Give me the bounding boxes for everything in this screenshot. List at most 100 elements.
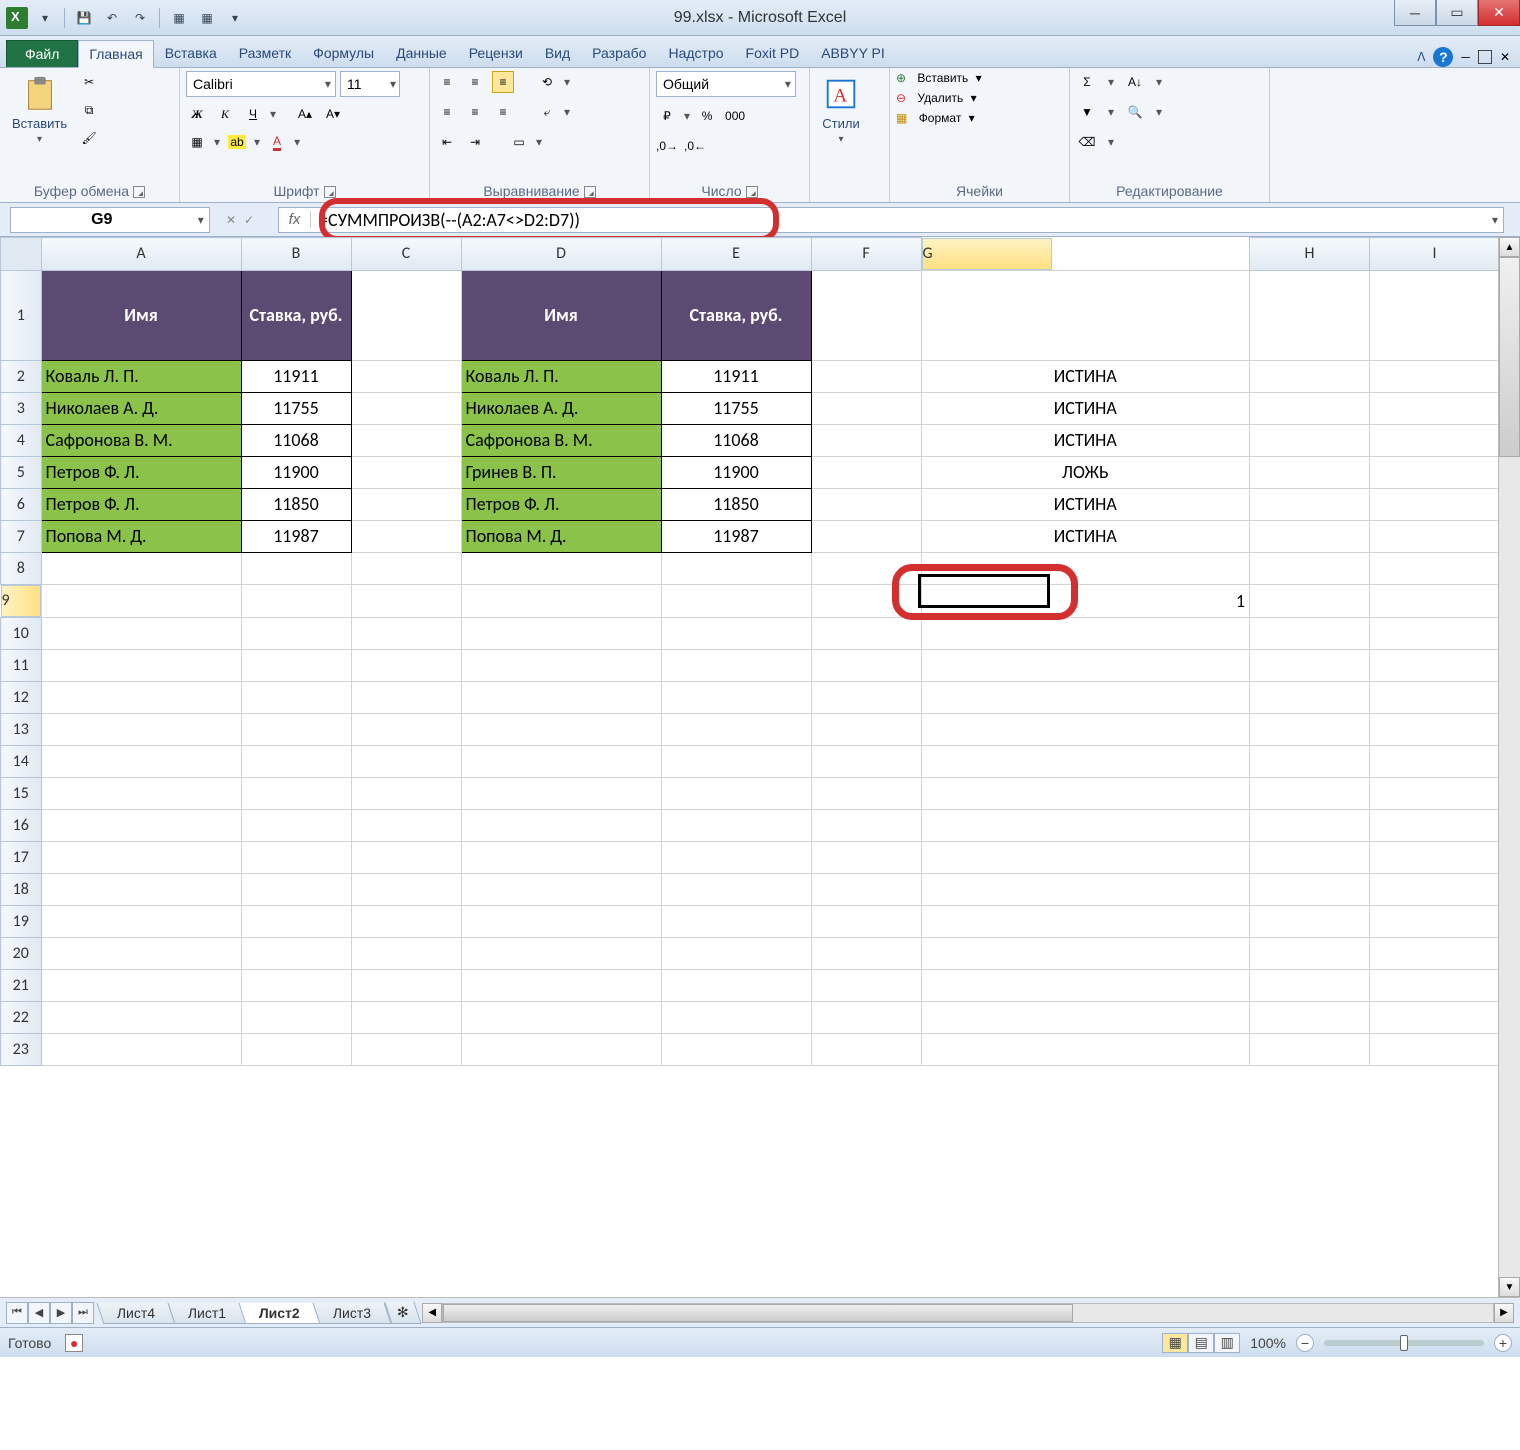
- col-header-D[interactable]: D: [461, 238, 661, 271]
- ribbon-tab-формулы[interactable]: Формулы: [302, 39, 385, 67]
- cell-F18[interactable]: [811, 873, 921, 905]
- row-header-4[interactable]: 4: [1, 424, 42, 456]
- ribbon-tab-вставка[interactable]: Вставка: [154, 39, 228, 67]
- autosum-icon[interactable]: Σ: [1076, 71, 1098, 93]
- zoom-level[interactable]: 100%: [1250, 1335, 1286, 1351]
- ribbon-tab-главная[interactable]: Главная: [78, 40, 153, 68]
- cell-C21[interactable]: [351, 969, 461, 1001]
- select-all-corner[interactable]: [1, 238, 42, 271]
- cell-D10[interactable]: [461, 617, 661, 649]
- cell-E21[interactable]: [661, 969, 811, 1001]
- cell-H16[interactable]: [1250, 809, 1370, 841]
- cancel-formula-icon[interactable]: ✕: [226, 213, 236, 227]
- cell-A14[interactable]: [41, 745, 241, 777]
- cell-B8[interactable]: [241, 552, 351, 584]
- align-bottom-icon[interactable]: ≡: [492, 71, 514, 93]
- row-header-7[interactable]: 7: [1, 520, 42, 552]
- cell-G3[interactable]: ИСТИНА: [921, 392, 1250, 424]
- cell-I23[interactable]: [1370, 1033, 1500, 1065]
- cell-I19[interactable]: [1370, 905, 1500, 937]
- cell-D2[interactable]: Коваль Л. П.: [461, 360, 661, 392]
- cell-C11[interactable]: [351, 649, 461, 681]
- row-header-14[interactable]: 14: [1, 745, 42, 777]
- cell-F17[interactable]: [811, 841, 921, 873]
- cell-E20[interactable]: [661, 937, 811, 969]
- cell-D12[interactable]: [461, 681, 661, 713]
- cell-G18[interactable]: [921, 873, 1250, 905]
- page-break-view-icon[interactable]: ▥: [1214, 1333, 1240, 1353]
- ribbon-tab-надстро[interactable]: Надстро: [657, 39, 734, 67]
- maximize-button[interactable]: ▭: [1436, 0, 1478, 26]
- cell-H5[interactable]: [1250, 456, 1370, 488]
- cell-A22[interactable]: [41, 1001, 241, 1033]
- cell-D23[interactable]: [461, 1033, 661, 1065]
- cell-H2[interactable]: [1250, 360, 1370, 392]
- cell-E12[interactable]: [661, 681, 811, 713]
- cell-H17[interactable]: [1250, 841, 1370, 873]
- cell-H13[interactable]: [1250, 713, 1370, 745]
- row-header-23[interactable]: 23: [1, 1033, 42, 1065]
- clear-icon[interactable]: ⌫: [1076, 131, 1098, 153]
- formula-bar[interactable]: fx ▾: [278, 207, 1504, 233]
- row-header-5[interactable]: 5: [1, 456, 42, 488]
- paste-button[interactable]: Вставить ▾: [6, 71, 73, 149]
- row-header-20[interactable]: 20: [1, 937, 42, 969]
- cell-C12[interactable]: [351, 681, 461, 713]
- fill-color-icon[interactable]: ab: [226, 131, 248, 153]
- cell-G20[interactable]: [921, 937, 1250, 969]
- cell-I7[interactable]: [1370, 520, 1500, 552]
- sort-filter-icon[interactable]: A↓: [1124, 71, 1146, 93]
- font-dialog-launcher[interactable]: [324, 186, 336, 198]
- cell-D5[interactable]: Гринев В. П.: [461, 456, 661, 488]
- ribbon-tab-данные[interactable]: Данные: [385, 39, 458, 67]
- cell-D17[interactable]: [461, 841, 661, 873]
- cell-H14[interactable]: [1250, 745, 1370, 777]
- ribbon-tab-abbyy pi[interactable]: ABBYY PI: [810, 39, 896, 67]
- cell-D11[interactable]: [461, 649, 661, 681]
- cell-B19[interactable]: [241, 905, 351, 937]
- cell-F14[interactable]: [811, 745, 921, 777]
- cell-G2[interactable]: ИСТИНА: [921, 360, 1250, 392]
- cell-B11[interactable]: [241, 649, 351, 681]
- row-header-19[interactable]: 19: [1, 905, 42, 937]
- cell-B4[interactable]: 11068: [241, 424, 351, 456]
- cell-F11[interactable]: [811, 649, 921, 681]
- row-header-8[interactable]: 8: [1, 552, 42, 584]
- cell-I18[interactable]: [1370, 873, 1500, 905]
- cell-C17[interactable]: [351, 841, 461, 873]
- cell-I14[interactable]: [1370, 745, 1500, 777]
- cell-C2[interactable]: [351, 360, 461, 392]
- cell-H1[interactable]: [1250, 270, 1370, 360]
- cell-F6[interactable]: [811, 488, 921, 520]
- row-header-22[interactable]: 22: [1, 1001, 42, 1033]
- cell-H19[interactable]: [1250, 905, 1370, 937]
- shrink-font-icon[interactable]: A▾: [322, 103, 344, 125]
- cell-D21[interactable]: [461, 969, 661, 1001]
- find-icon[interactable]: 🔍: [1124, 101, 1146, 123]
- decrease-decimal-icon[interactable]: ,0←: [684, 135, 706, 157]
- cell-C9[interactable]: [351, 584, 461, 617]
- percent-icon[interactable]: %: [696, 105, 718, 127]
- cell-E9[interactable]: [661, 584, 811, 617]
- col-header-A[interactable]: A: [41, 238, 241, 271]
- cell-G14[interactable]: [921, 745, 1250, 777]
- cell-C5[interactable]: [351, 456, 461, 488]
- cell-E13[interactable]: [661, 713, 811, 745]
- cell-E23[interactable]: [661, 1033, 811, 1065]
- redo-icon[interactable]: ↷: [129, 7, 151, 29]
- cell-F21[interactable]: [811, 969, 921, 1001]
- cell-F5[interactable]: [811, 456, 921, 488]
- cell-I22[interactable]: [1370, 1001, 1500, 1033]
- ribbon-tab-разрабо[interactable]: Разрабо: [581, 39, 657, 67]
- italic-icon[interactable]: К: [214, 103, 236, 125]
- cell-I9[interactable]: [1370, 584, 1500, 617]
- cell-D13[interactable]: [461, 713, 661, 745]
- cell-D18[interactable]: [461, 873, 661, 905]
- row-header-6[interactable]: 6: [1, 488, 42, 520]
- cell-I2[interactable]: [1370, 360, 1500, 392]
- cell-A17[interactable]: [41, 841, 241, 873]
- cell-B6[interactable]: 11850: [241, 488, 351, 520]
- cell-D20[interactable]: [461, 937, 661, 969]
- cell-E22[interactable]: [661, 1001, 811, 1033]
- cell-A1[interactable]: Имя: [41, 270, 241, 360]
